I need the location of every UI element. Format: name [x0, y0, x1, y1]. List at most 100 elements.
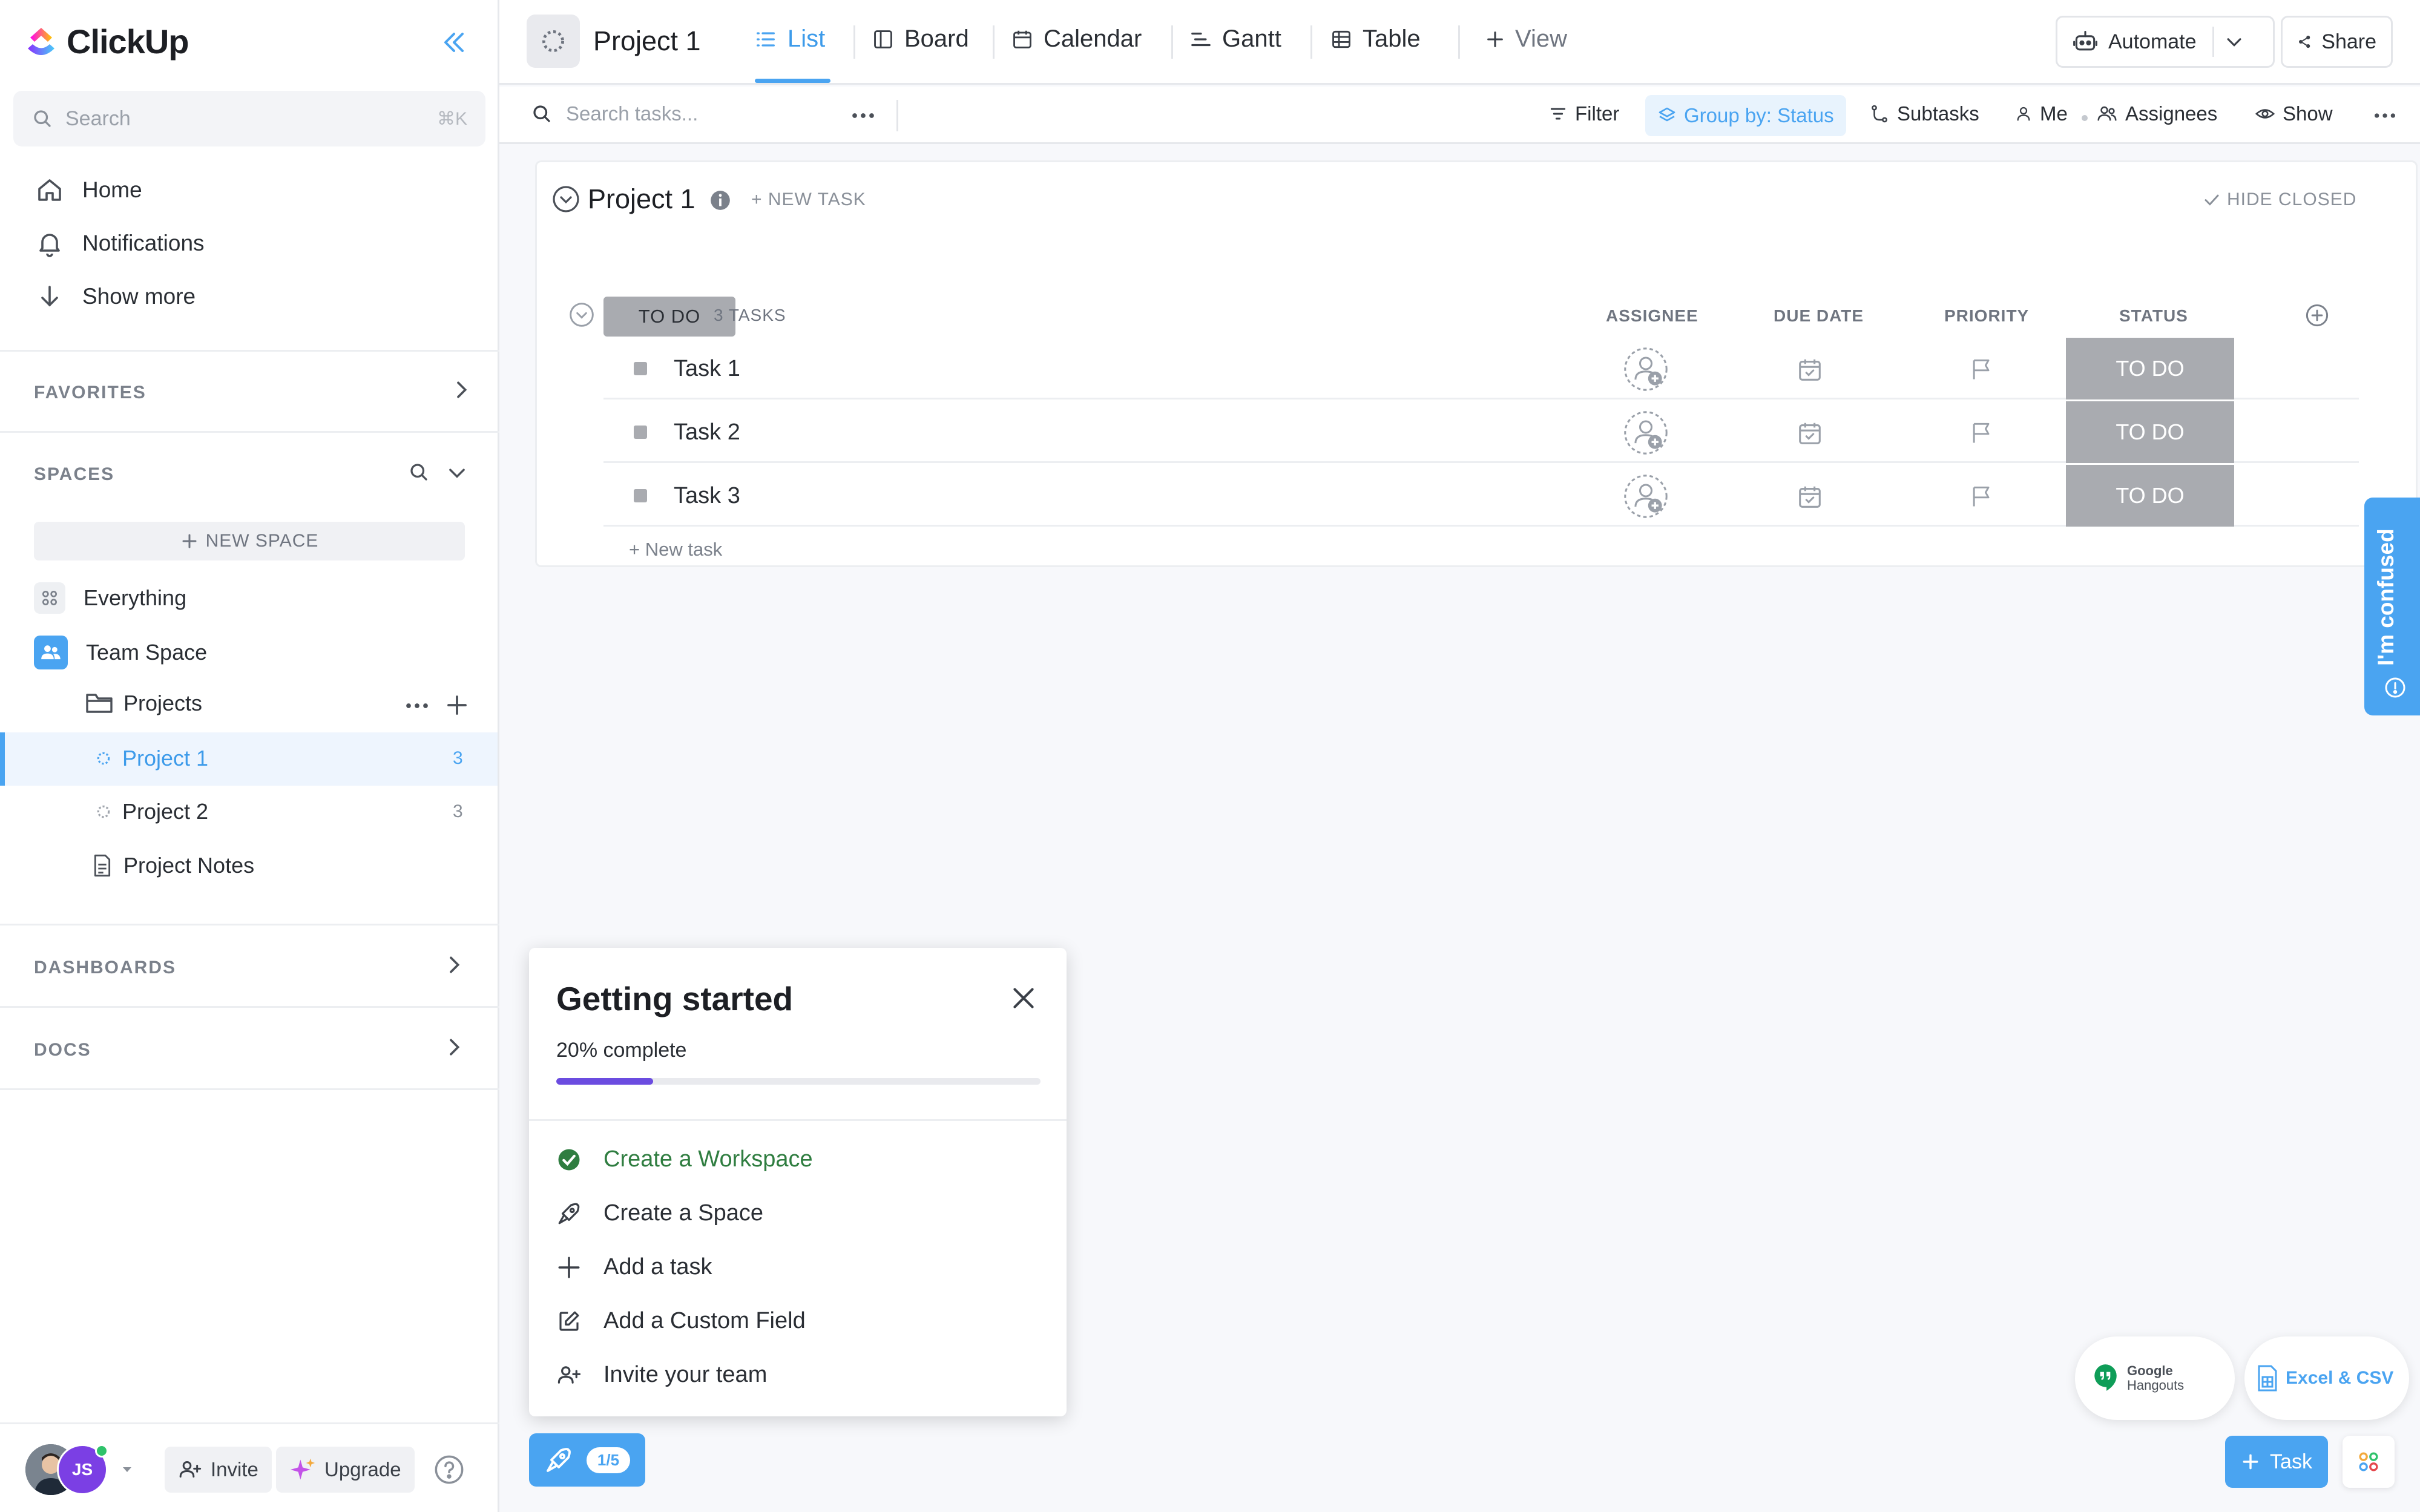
status-cell[interactable]: TO DO	[2066, 338, 2234, 399]
active-tab-indicator	[755, 79, 830, 83]
task-name[interactable]: Task 2	[674, 419, 740, 445]
sidebar-list-project-1[interactable]: Project 1	[96, 746, 208, 771]
onboarding-item-space[interactable]: Create a Space	[556, 1200, 763, 1226]
priority-cell[interactable]	[1968, 356, 1995, 383]
new-task-header-button[interactable]: + NEW TASK	[751, 189, 866, 210]
spaces-search-button[interactable]	[408, 461, 430, 483]
add-column-button[interactable]	[2304, 303, 2330, 328]
column-due-date[interactable]: DUE DATE	[1774, 306, 1864, 326]
assignee-cell[interactable]	[1623, 346, 1669, 392]
onboarding-item-workspace[interactable]: Create a Workspace	[556, 1146, 813, 1172]
collapse-sidebar-button[interactable]	[441, 29, 467, 56]
tab-table[interactable]: Table	[1330, 25, 1421, 53]
column-assignee[interactable]: ASSIGNEE	[1606, 306, 1698, 326]
priority-cell[interactable]	[1968, 483, 1995, 510]
everything-icon	[34, 582, 65, 614]
docs-expand-button[interactable]	[442, 1035, 466, 1059]
close-getting-started-button[interactable]	[1008, 983, 1039, 1013]
group-collapse-button[interactable]	[568, 301, 595, 328]
tab-list-label: List	[787, 25, 826, 52]
me-filter-button[interactable]: Me	[2014, 102, 2068, 125]
task-search[interactable]: Search tasks...	[531, 102, 698, 125]
status-cell[interactable]: TO DO	[2066, 401, 2234, 463]
group-by-button[interactable]: Group by: Status	[1645, 95, 1846, 136]
chevron-down-icon[interactable]	[2224, 31, 2244, 52]
excel-csv-integration[interactable]: Excel & CSV	[2244, 1336, 2409, 1420]
due-date-cell[interactable]	[1796, 356, 1824, 384]
nav-home[interactable]: Home	[35, 176, 142, 205]
table-row[interactable]: Task 1 TO DO	[603, 338, 2359, 399]
add-new-task-link[interactable]: + New task	[629, 539, 722, 560]
add-view-button[interactable]: View	[1485, 25, 1567, 53]
spaces-title[interactable]: SPACES	[34, 464, 114, 485]
share-button[interactable]: Share	[2281, 16, 2393, 68]
task-name[interactable]: Task 3	[674, 483, 740, 509]
sidebar-item-everything[interactable]: Everything	[34, 582, 186, 614]
subtasks-button[interactable]: Subtasks	[1869, 102, 1979, 125]
due-date-cell[interactable]	[1796, 419, 1824, 447]
list-icon-button[interactable]	[527, 15, 580, 68]
google-hangouts-integration[interactable]: Google Hangouts	[2075, 1336, 2235, 1420]
tab-gantt[interactable]: Gantt	[1189, 25, 1281, 53]
feedback-icon[interactable]	[2383, 675, 2407, 700]
onboarding-item-label: Create a Space	[603, 1200, 764, 1226]
onboarding-item-task[interactable]: Add a task	[556, 1254, 712, 1280]
toolbar-more-button[interactable]	[2373, 105, 2397, 127]
task-status-dot[interactable]	[634, 362, 647, 375]
table-row[interactable]: Task 2 TO DO	[603, 401, 2359, 463]
assignee-cell[interactable]	[1623, 410, 1669, 456]
docs-title[interactable]: DOCS	[34, 1040, 91, 1060]
nav-notifications[interactable]: Notifications	[35, 229, 205, 258]
folder-more-button[interactable]	[404, 695, 430, 717]
table-row[interactable]: Task 3 TO DO	[603, 465, 2359, 527]
task-status-dot[interactable]	[634, 489, 647, 502]
getting-started-launcher[interactable]: 1/5	[529, 1433, 645, 1487]
im-confused-label[interactable]: I'm confused	[2373, 528, 2399, 666]
list-info-button[interactable]	[709, 189, 732, 212]
column-priority[interactable]: PRIORITY	[1944, 306, 2029, 326]
assignees-label: Assignees	[2125, 102, 2218, 125]
sidebar-folder-projects[interactable]: Projects	[85, 690, 202, 717]
invite-button[interactable]: Invite	[165, 1447, 272, 1493]
spaces-collapse-button[interactable]	[446, 461, 469, 484]
assignees-button[interactable]: Assignees	[2096, 102, 2217, 125]
dashboards-expand-button[interactable]	[442, 953, 466, 977]
priority-cell[interactable]	[1968, 419, 1995, 446]
tab-board[interactable]: Board	[872, 25, 969, 53]
avatar-menu-button[interactable]	[120, 1462, 134, 1476]
show-button[interactable]: Show	[2255, 102, 2333, 125]
filter-button[interactable]: Filter	[1548, 102, 1619, 125]
sidebar-divider	[0, 1088, 499, 1090]
column-status[interactable]: STATUS	[2119, 306, 2188, 326]
folder-add-button[interactable]	[444, 692, 470, 718]
upgrade-button[interactable]: Upgrade	[276, 1447, 415, 1493]
onboarding-item-invite[interactable]: Invite your team	[556, 1362, 767, 1388]
hide-closed-button[interactable]: HIDE CLOSED	[2203, 189, 2356, 210]
list-status-icon	[97, 752, 110, 765]
tab-separator	[853, 25, 855, 59]
due-date-cell[interactable]	[1796, 483, 1824, 511]
new-space-button[interactable]: NEW SPACE	[34, 522, 465, 560]
apps-fab[interactable]	[2343, 1436, 2395, 1488]
nav-show-more[interactable]: Show more	[35, 282, 196, 311]
dashboards-title[interactable]: DASHBOARDS	[34, 958, 176, 978]
sidebar-list-project-2[interactable]: Project 2	[96, 799, 208, 824]
sidebar-doc-project-notes[interactable]: Project Notes	[92, 853, 254, 878]
new-task-fab[interactable]: Task	[2225, 1436, 2328, 1488]
sidebar-item-team-space[interactable]: Team Space	[34, 636, 207, 669]
favorites-title[interactable]: FAVORITES	[34, 383, 146, 403]
task-name[interactable]: Task 1	[674, 356, 740, 382]
automate-button[interactable]: Automate	[2056, 16, 2275, 68]
assignee-cell[interactable]	[1623, 473, 1669, 519]
search-options-button[interactable]	[850, 105, 876, 127]
status-cell[interactable]: TO DO	[2066, 465, 2234, 527]
tab-list[interactable]: List	[754, 25, 825, 53]
sidebar-search[interactable]: Search ⌘K	[13, 91, 485, 146]
clickup-logo[interactable]: ClickUp	[24, 22, 189, 61]
list-collapse-button[interactable]	[551, 185, 580, 214]
tab-calendar[interactable]: Calendar	[1011, 25, 1142, 53]
favorites-expand-button[interactable]	[449, 378, 473, 402]
task-status-dot[interactable]	[634, 426, 647, 439]
help-button[interactable]	[433, 1454, 465, 1485]
onboarding-item-custom-field[interactable]: Add a Custom Field	[556, 1308, 806, 1334]
